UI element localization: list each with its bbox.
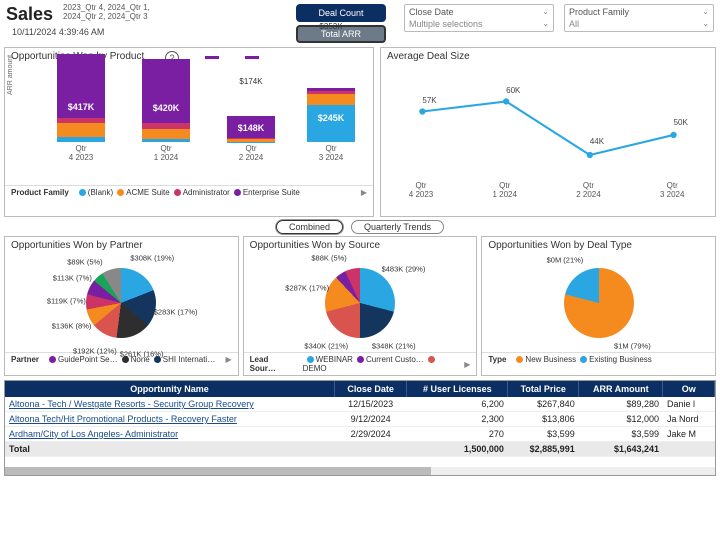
deal-count-toggle[interactable]: Deal Count [296,4,386,22]
product-family-filter[interactable]: Product Family ⌄ All ⌄ [564,4,714,32]
bar-Qtr-3-2024: $353K$245KQtr3 2024 [301,88,361,163]
opportunities-by-source-title: Opportunities Won by Source [244,237,477,254]
table-row[interactable]: Altoona - Tech / Westgate Resorts - Secu… [5,397,715,412]
average-deal-size-chart[interactable]: 57K60K44K50KQtr4 2023Qtr1 2024Qtr2 2024Q… [391,69,705,199]
dealtype-legend: TypeNew BusinessExisting Business [482,352,715,366]
close-date-filter-label: Close Date [409,7,454,17]
dealtype-pie-chart[interactable]: $1M (79%)$0M (21%) [482,254,715,352]
chevron-down-icon: ⌄ [702,7,709,17]
legend-scroll-right-icon[interactable]: ▶ [464,360,470,369]
bar-Qtr-2-2024: $174K$148KQtr2 2024 [221,116,281,163]
page-title: Sales [6,4,53,25]
col--user-licenses[interactable]: # User Licenses [407,381,508,397]
table-total-row: Total1,500,000$2,885,991$1,643,241 [5,442,715,457]
opportunities-by-source-panel: Opportunities Won by Source $483K (29%)$… [243,236,478,376]
opportunities-by-partner-panel: Opportunities Won by Partner $308K (19%)… [4,236,239,376]
tab-quarterly-trends[interactable]: Quarterly Trends [351,220,444,234]
chevron-down-icon: ⌄ [542,7,549,17]
col-total-price[interactable]: Total Price [508,381,579,397]
opportunities-by-dealtype-panel: Opportunities Won by Deal Type $1M (79%)… [481,236,716,376]
period-subtitle: 2023_Qtr 4, 2024_Qtr 1, 2024_Qtr 2, 2024… [63,4,173,22]
legend-scroll-right-icon[interactable]: ▶ [361,188,367,197]
tab-combined[interactable]: Combined [276,220,343,234]
col-arr-amount[interactable]: ARR Amount [579,381,663,397]
legend-dash-icon [245,56,259,59]
opportunities-by-product-panel: Opportunities Won by Product ? ARR amoun… [4,47,374,217]
product-legend: Product Family (Blank)ACME SuiteAdminist… [5,185,373,199]
chevron-down-icon: ⌄ [542,19,549,29]
average-deal-size-title: Average Deal Size [381,48,715,65]
average-deal-size-panel: Average Deal Size 57K60K44K50KQtr4 2023Q… [380,47,716,217]
close-date-filter-value: Multiple selections [409,19,483,29]
product-family-filter-label: Product Family [569,7,629,17]
chevron-down-icon: ⌄ [702,19,709,29]
col-ow[interactable]: Ow [663,381,715,397]
bar-Qtr-4-2023: $573K$417KQtr4 2023 [51,54,111,163]
y-axis-label: ARR amount [7,55,14,95]
source-pie-chart[interactable]: $483K (29%)$348K (21%)$340K (21%)$287K (… [244,254,477,352]
close-date-filter[interactable]: Close Date ⌄ Multiple selections ⌄ [404,4,554,32]
horizontal-scrollbar[interactable] [5,467,715,475]
source-legend: Lead Sour…WEBINARCurrent Custo…DEMO▶ [244,352,477,375]
opportunities-by-product-chart[interactable]: ARR amount $573K$417KQtr4 2023$544K$420K… [11,65,367,185]
product-family-filter-value: All [569,19,579,29]
legend-scroll-right-icon[interactable]: ▶ [226,355,232,364]
opportunities-by-partner-title: Opportunities Won by Partner [5,237,238,254]
col-opportunity-name[interactable]: Opportunity Name [5,381,334,397]
opportunities-by-dealtype-title: Opportunities Won by Deal Type [482,237,715,254]
opportunities-table[interactable]: Opportunity NameClose Date# User License… [4,380,716,476]
table-row[interactable]: Altoona Tech/Hit Promotional Products - … [5,412,715,427]
header-left: Sales 2023_Qtr 4, 2024_Qtr 1, 2024_Qtr 2… [6,4,173,37]
filter-bar: Close Date ⌄ Multiple selections ⌄ Product… [404,4,714,32]
view-tab-group: Combined Quarterly Trends [0,220,720,234]
table-row[interactable]: Ardham/City of Los Angeles- Administrato… [5,427,715,442]
bar-Qtr-1-2024: $544K$420KQtr1 2024 [136,59,196,163]
product-legend-label: Product Family [11,188,69,197]
col-close-date[interactable]: Close Date [334,381,406,397]
legend-dash-icon [205,56,219,59]
refresh-timestamp: 10/11/2024 4:39:46 AM [12,27,173,37]
partner-pie-chart[interactable]: $308K (19%)$283K (17%)$261K (16%)$192K (… [5,254,238,352]
